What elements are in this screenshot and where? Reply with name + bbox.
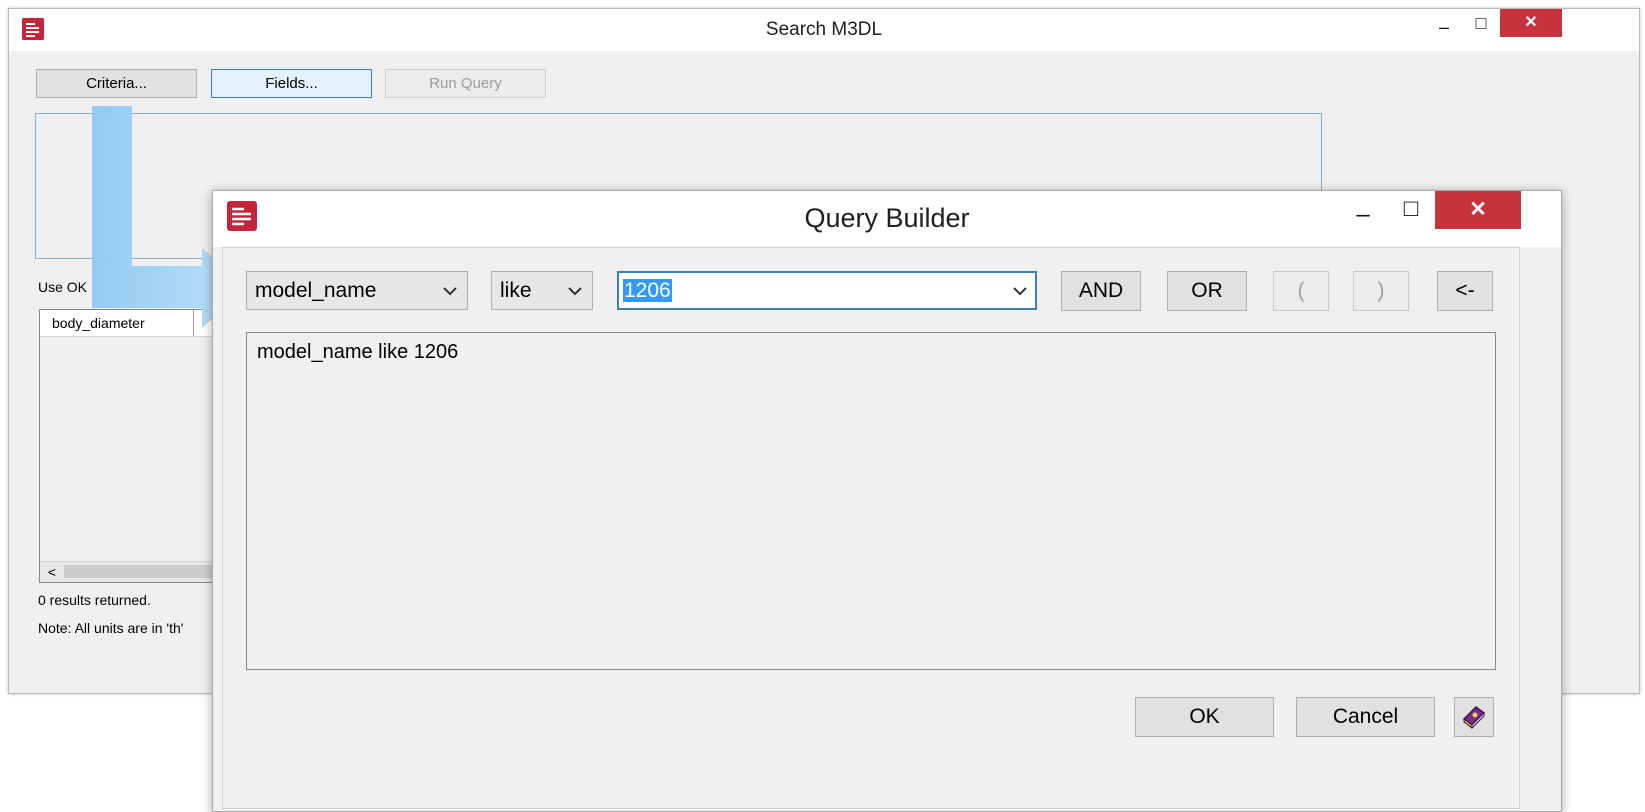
- chevron-down-icon: [566, 272, 584, 309]
- chevron-down-icon[interactable]: [1011, 273, 1029, 308]
- close-button[interactable]: ✕: [1500, 9, 1562, 37]
- query-builder-window: Query Builder – □ ✕ model_name like 1206…: [212, 190, 1562, 812]
- help-book-icon: [1462, 706, 1486, 730]
- close-icon: ✕: [1524, 14, 1538, 31]
- backspace-button[interactable]: <-: [1437, 271, 1493, 311]
- cancel-button[interactable]: Cancel: [1296, 697, 1435, 737]
- column-header-label: body_diameter: [52, 315, 145, 331]
- close-button[interactable]: ✕: [1435, 191, 1521, 229]
- expression-text: model_name like 1206: [257, 341, 459, 363]
- help-button[interactable]: [1454, 697, 1494, 737]
- maximize-icon: □: [1475, 13, 1487, 33]
- hint-text: Use OK: [38, 279, 88, 295]
- minimize-button[interactable]: –: [1348, 201, 1378, 231]
- value-combo-input[interactable]: 1206: [617, 271, 1037, 310]
- maximize-button[interactable]: □: [1396, 195, 1426, 225]
- minimize-icon: –: [1438, 17, 1449, 37]
- window-title: Search M3DL: [765, 19, 883, 40]
- maximize-icon: □: [1403, 195, 1419, 222]
- operator-select-value: like: [500, 278, 532, 302]
- column-header-body-diameter[interactable]: body_diameter: [40, 310, 194, 336]
- scroll-left-icon[interactable]: <: [42, 562, 62, 582]
- close-paren-button[interactable]: ): [1353, 271, 1409, 311]
- or-button[interactable]: OR: [1167, 271, 1247, 311]
- close-icon: ✕: [1469, 198, 1487, 221]
- chevron-down-icon: [441, 272, 459, 309]
- units-note-text: Note: All units are in 'th': [38, 620, 184, 636]
- expression-text-area[interactable]: model_name like 1206: [246, 332, 1496, 670]
- maximize-button[interactable]: □: [1469, 13, 1493, 37]
- field-select[interactable]: model_name: [246, 271, 468, 310]
- run-query-button[interactable]: Run Query: [385, 69, 546, 98]
- criteria-button[interactable]: Criteria...: [36, 69, 197, 98]
- field-select-value: model_name: [255, 278, 377, 302]
- fields-button[interactable]: Fields...: [211, 69, 372, 98]
- minimize-icon: –: [1356, 201, 1370, 228]
- and-button[interactable]: AND: [1061, 271, 1141, 311]
- value-input-text: 1206: [623, 279, 672, 303]
- open-paren-button[interactable]: (: [1273, 271, 1329, 311]
- scrollbar-thumb[interactable]: [64, 565, 214, 578]
- selected-value-text: 1206: [623, 279, 672, 302]
- ok-button[interactable]: OK: [1135, 697, 1274, 737]
- minimize-button[interactable]: –: [1432, 17, 1456, 41]
- operator-select[interactable]: like: [491, 271, 593, 310]
- results-count-text: 0 results returned.: [38, 592, 151, 608]
